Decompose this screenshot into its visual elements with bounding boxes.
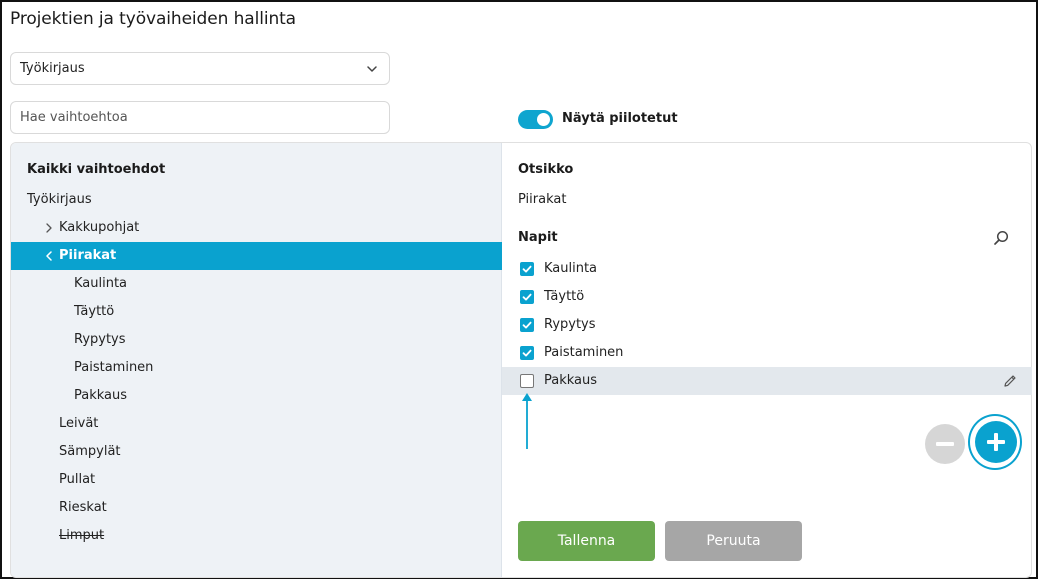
remove-button[interactable] [925,424,965,464]
tree-item-label: Paistaminen [74,360,154,375]
tree-item-label: Täyttö [74,304,115,319]
checkbox-checked[interactable] [520,290,534,304]
toggle-knob [537,113,550,126]
tree-item-label: Rypytys [74,332,126,347]
check-icon [522,349,532,357]
category-select[interactable]: Työkirjaus [10,52,390,85]
checkbox-checked[interactable] [520,346,534,360]
button-option-pakkaus: Pakkaus [502,367,1032,395]
chevron-down-icon [367,66,377,72]
tree-item-label: Kaulinta [74,276,128,291]
tree-item-label: Työkirjaus [27,192,92,207]
chevron-right-icon[interactable] [44,222,54,234]
tree-item-pullat[interactable]: Pullat [11,466,502,494]
tree-item-kaulinta[interactable]: Kaulinta [11,270,502,298]
page-title: Projektien ja työvaiheiden hallinta [10,9,296,29]
tree-item-label: Kakkupohjat [59,220,140,235]
search-input[interactable] [10,101,390,134]
tree-item-label: Leivät [59,416,99,431]
check-icon [522,321,532,329]
tree-item-rypytys[interactable]: Rypytys [11,326,502,354]
app-window: Projektien ja työvaiheiden hallinta Työk… [0,0,1038,579]
checkbox-label: Täyttö [544,289,585,304]
annotation-arrow-icon [522,393,532,449]
button-option-taytto: Täyttö [502,283,1032,311]
show-hidden-toggle[interactable] [518,110,553,129]
buttons-heading: Napit [518,230,558,245]
tree-item-label: Limput [59,528,105,543]
plus-icon-vertical [994,433,998,451]
category-select-value: Työkirjaus [20,61,85,76]
cancel-button[interactable]: Peruuta [665,521,802,561]
button-option-kaulinta: Kaulinta [502,255,1032,283]
minus-icon [936,442,954,446]
check-icon [522,265,532,273]
tree-item-label: Rieskat [59,500,107,515]
chevron-left-icon[interactable] [44,250,54,262]
tree-item-label: Sämpylät [59,444,121,459]
search-icon[interactable] [992,229,1010,247]
tree-item-taytto[interactable]: Täyttö [11,298,502,326]
checkbox-label: Paistaminen [544,345,624,360]
tree-item-leivat[interactable]: Leivät [11,410,502,438]
tree-item-label: Piirakat [59,248,117,263]
tree-item-root[interactable]: Työkirjaus [11,186,502,214]
checkbox-label: Pakkaus [544,373,598,388]
show-hidden-label: Näytä piilotetut [562,111,678,126]
check-icon [522,293,532,301]
checkbox-checked[interactable] [520,318,534,332]
pencil-icon[interactable] [1002,373,1018,389]
tree-heading: Kaikki vaihtoehdot [27,162,166,177]
tree-item-piirakat[interactable]: Piirakat [11,242,502,270]
tree-item-pakkaus[interactable]: Pakkaus [11,382,502,410]
tree-panel: Kaikki vaihtoehdot Työkirjaus Kakkupohja… [11,143,502,577]
add-button[interactable] [975,421,1017,463]
button-option-rypytys: Rypytys [502,311,1032,339]
checkbox-label: Kaulinta [544,261,598,276]
tree-item-sampylat[interactable]: Sämpylät [11,438,502,466]
tree-item-label: Pullat [59,472,96,487]
checkbox-unchecked[interactable] [520,374,534,388]
tree-item-rieskat[interactable]: Rieskat [11,494,502,522]
checkbox-checked[interactable] [520,262,534,276]
tree-item-kakkupohjat[interactable]: Kakkupohjat [11,214,502,242]
title-value: Piirakat [518,192,567,207]
save-button[interactable]: Tallenna [518,521,655,561]
tree-item-label: Pakkaus [74,388,128,403]
checkbox-label: Rypytys [544,317,596,332]
button-option-paistaminen: Paistaminen [502,339,1032,367]
tree-item-paistaminen[interactable]: Paistaminen [11,354,502,382]
title-heading: Otsikko [518,162,574,177]
tree-item-limput[interactable]: Limput [11,522,502,550]
